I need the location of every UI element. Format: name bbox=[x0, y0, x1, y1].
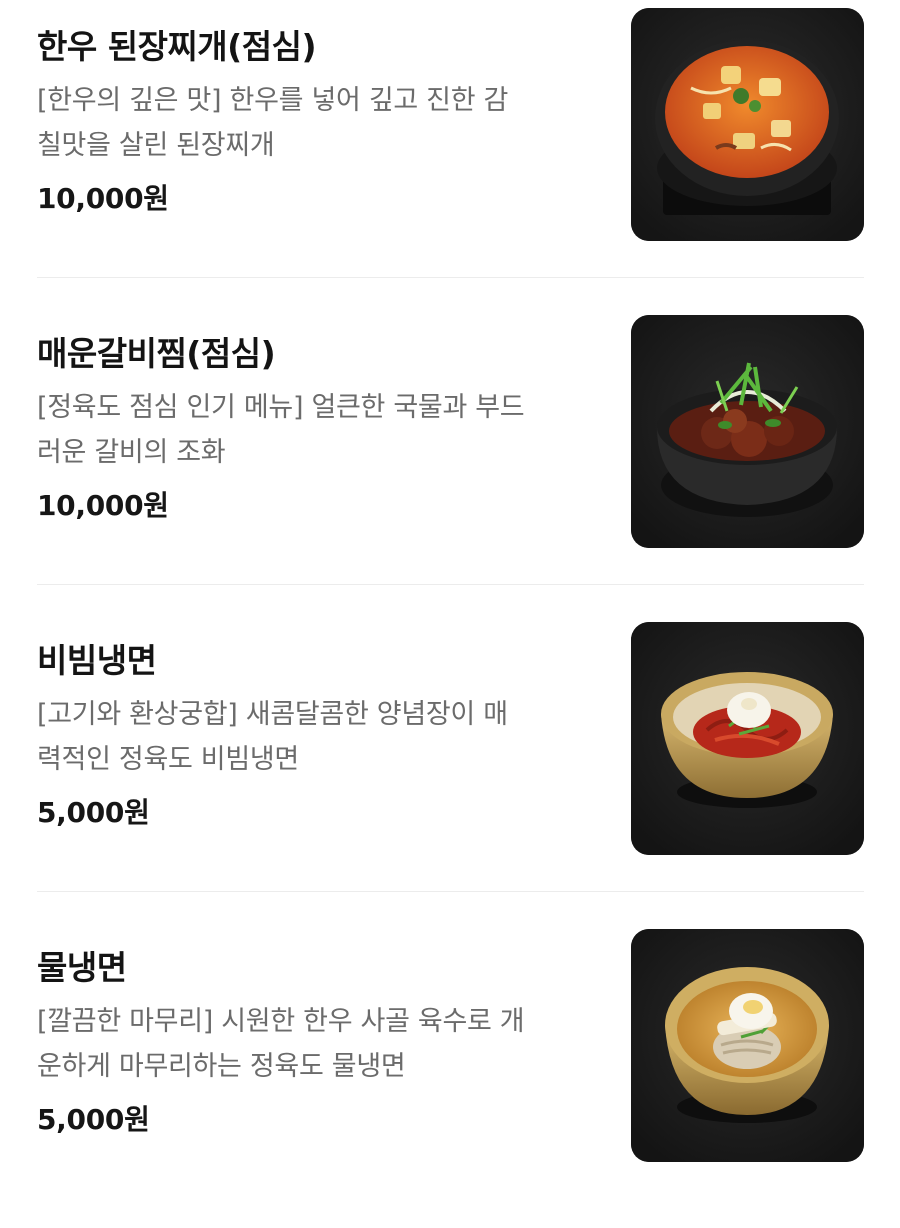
menu-item-price: 10,000원 bbox=[37, 182, 169, 215]
menu-item-description-line: 러운 갈비의 조화 bbox=[37, 437, 226, 468]
menu-item-mul-naengmyeon[interactable]: 물냉면 [깔끔한 마무리] 시원한 한우 사골 육수로 개 운하게 마무리하는 … bbox=[0, 921, 900, 1228]
item-divider bbox=[37, 584, 864, 585]
menu-item-description: [고기와 환상궁합] 새콤달콤한 양념장이 매 력적인 정육도 비빔냉면 bbox=[37, 692, 607, 782]
mul-naengmyeon-photo[interactable] bbox=[631, 929, 864, 1162]
menu-item-description-line: 칠맛을 살린 된장찌개 bbox=[37, 130, 275, 161]
menu-item-text: 물냉면 [깔끔한 마무리] 시원한 한우 사골 육수로 개 운하게 마무리하는 … bbox=[37, 943, 607, 1140]
menu-item-doenjang-jjigae[interactable]: 한우 된장찌개(점심) [한우의 깊은 맛] 한우를 넣어 깊고 진한 감 칠맛… bbox=[0, 0, 900, 307]
menu-item-text: 비빔냉면 [고기와 환상궁합] 새콤달콤한 양념장이 매 력적인 정육도 비빔냉… bbox=[37, 636, 607, 833]
menu-item-text: 한우 된장찌개(점심) [한우의 깊은 맛] 한우를 넣어 깊고 진한 감 칠맛… bbox=[37, 22, 607, 219]
menu-item-name: 물냉면 bbox=[37, 948, 127, 987]
cold-noodle-bowl-icon bbox=[631, 622, 864, 855]
menu-item-name: 매운갈비찜(점심) bbox=[37, 334, 276, 373]
menu-item-name: 비빔냉면 bbox=[37, 641, 157, 680]
item-divider bbox=[37, 277, 864, 278]
menu-item-description-line: 력적인 정육도 비빔냉면 bbox=[37, 744, 299, 775]
menu-item-description: [한우의 깊은 맛] 한우를 넣어 깊고 진한 감 칠맛을 살린 된장찌개 bbox=[37, 78, 607, 168]
menu-item-description: [정육도 점심 인기 메뉴] 얼큰한 국물과 부드 러운 갈비의 조화 bbox=[37, 385, 607, 475]
menu-item-price: 5,000원 bbox=[37, 796, 150, 829]
stew-pot-icon bbox=[631, 8, 864, 241]
menu-item-price: 5,000원 bbox=[37, 1103, 150, 1136]
menu-item-name: 한우 된장찌개(점심) bbox=[37, 27, 317, 66]
braised-ribs-bowl-icon bbox=[631, 315, 864, 548]
menu-item-description-line: [한우의 깊은 맛] 한우를 넣어 깊고 진한 감 bbox=[37, 85, 509, 116]
item-divider bbox=[37, 891, 864, 892]
menu-item-description: [깔끔한 마무리] 시원한 한우 사골 육수로 개 운하게 마무리하는 정육도 … bbox=[37, 999, 607, 1089]
cold-broth-noodle-bowl-icon bbox=[631, 929, 864, 1162]
menu-item-description-line: 운하게 마무리하는 정육도 물냉면 bbox=[37, 1051, 406, 1082]
menu-item-price: 10,000원 bbox=[37, 489, 169, 522]
bibim-naengmyeon-photo[interactable] bbox=[631, 622, 864, 855]
menu-list: 한우 된장찌개(점심) [한우의 깊은 맛] 한우를 넣어 깊고 진한 감 칠맛… bbox=[0, 0, 900, 1185]
menu-item-text: 매운갈비찜(점심) [정육도 점심 인기 메뉴] 얼큰한 국물과 부드 러운 갈… bbox=[37, 329, 607, 526]
menu-item-bibim-naengmyeon[interactable]: 비빔냉면 [고기와 환상궁합] 새콤달콤한 양념장이 매 력적인 정육도 비빔냉… bbox=[0, 614, 900, 921]
spicy-galbi-jjim-photo[interactable] bbox=[631, 315, 864, 548]
menu-item-description-line: [정육도 점심 인기 메뉴] 얼큰한 국물과 부드 bbox=[37, 392, 525, 423]
doenjang-jjigae-photo[interactable] bbox=[631, 8, 864, 241]
menu-item-spicy-galbi-jjim[interactable]: 매운갈비찜(점심) [정육도 점심 인기 메뉴] 얼큰한 국물과 부드 러운 갈… bbox=[0, 307, 900, 614]
menu-item-description-line: [깔끔한 마무리] 시원한 한우 사골 육수로 개 bbox=[37, 1006, 525, 1037]
menu-item-description-line: [고기와 환상궁합] 새콤달콤한 양념장이 매 bbox=[37, 699, 508, 730]
